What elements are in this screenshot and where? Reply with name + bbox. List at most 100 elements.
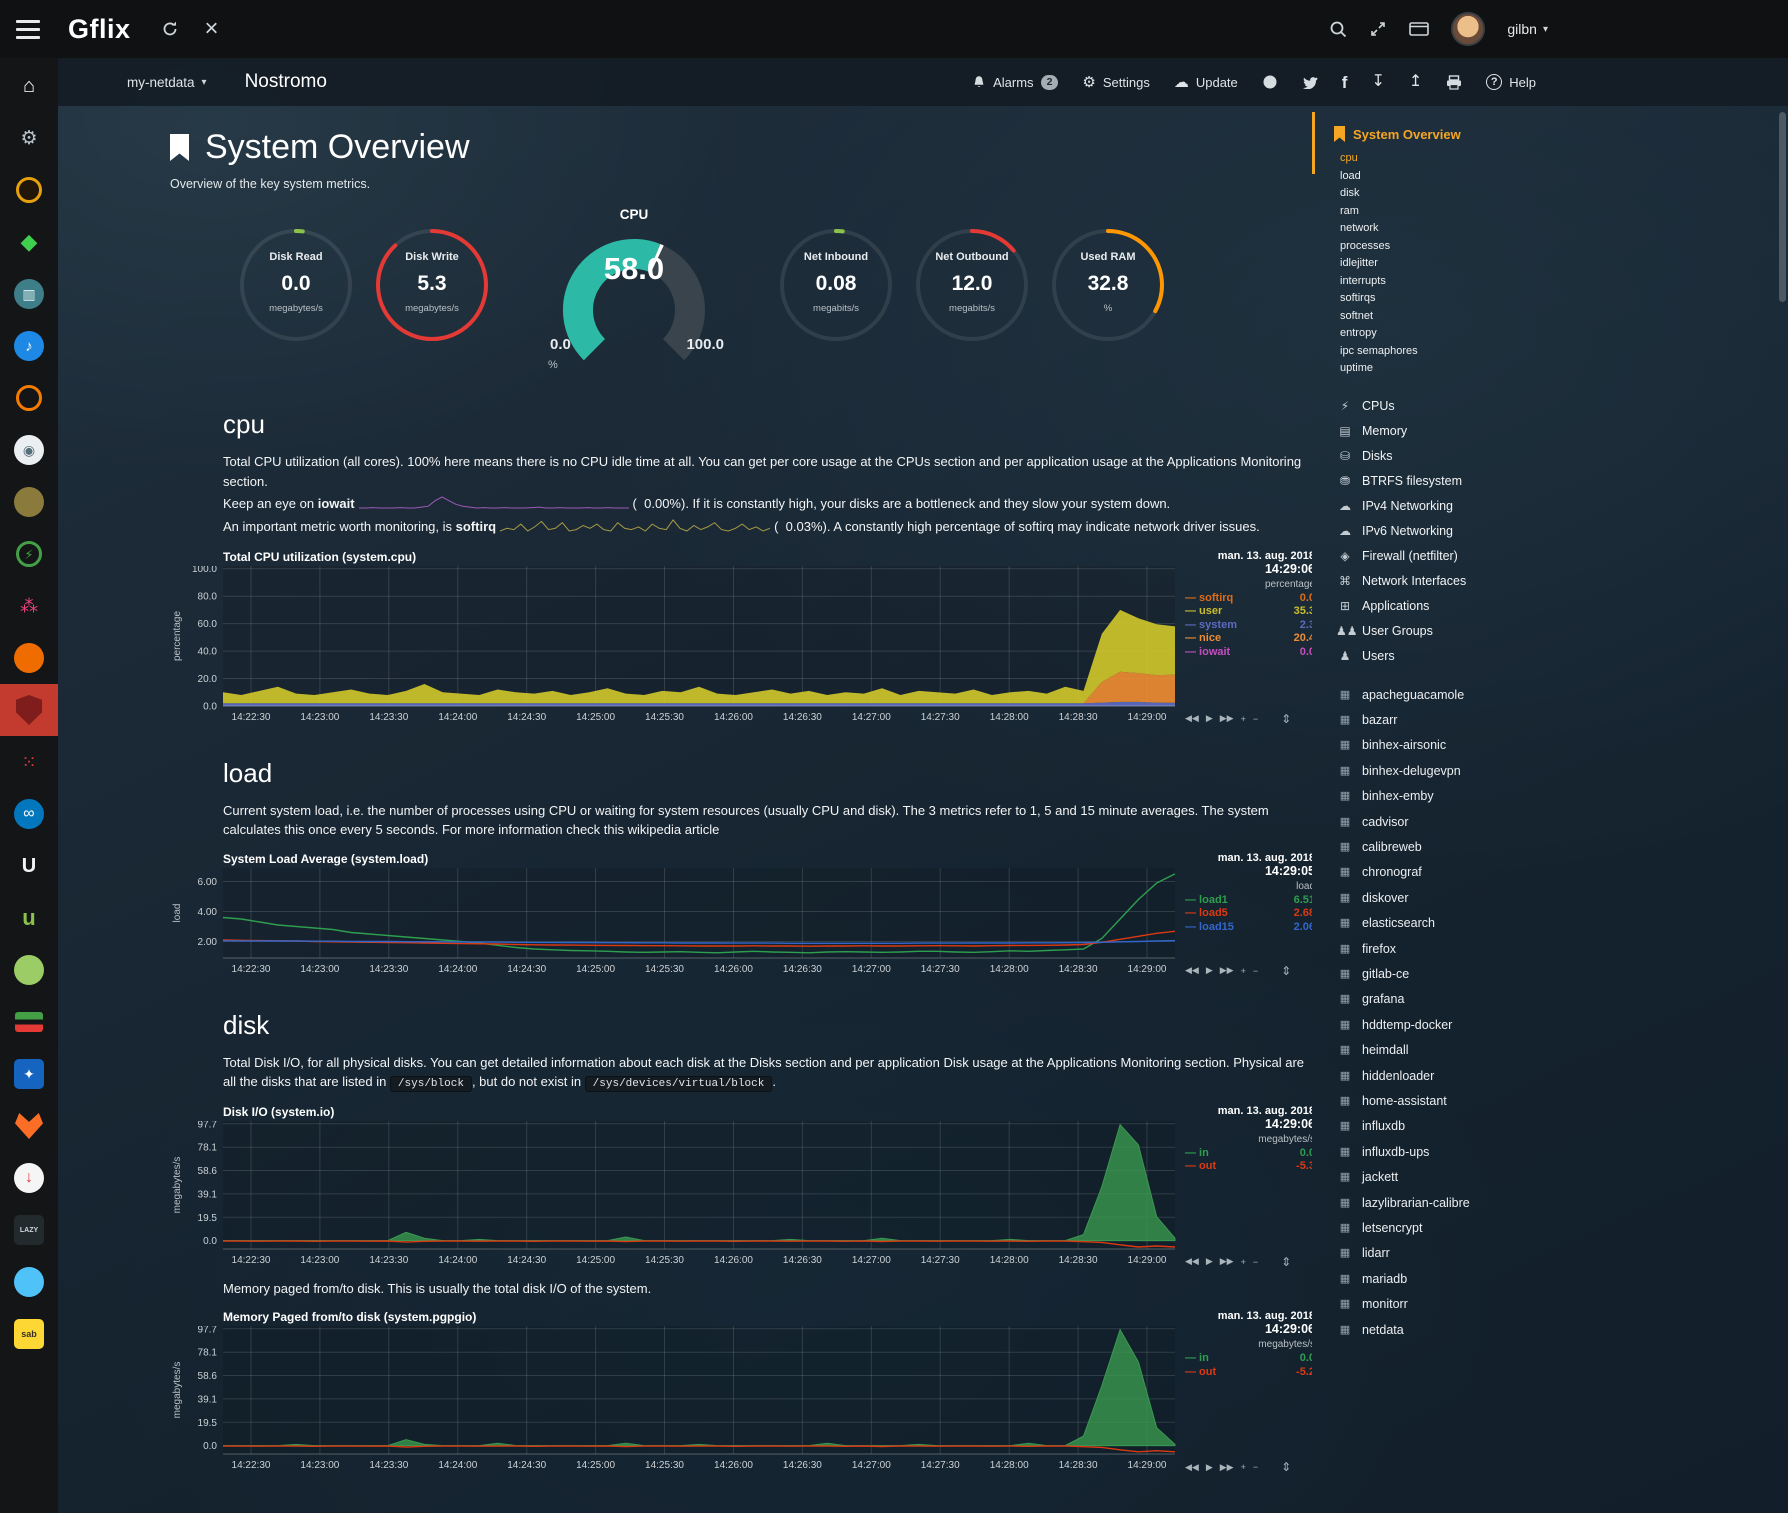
menu-ipc-semaphores[interactable]: ipc semaphores bbox=[1340, 343, 1612, 361]
legend-item-load1[interactable]: — load16.51 bbox=[1185, 894, 1312, 908]
menu-interrupts[interactable]: interrupts bbox=[1340, 273, 1612, 291]
legend-item-in[interactable]: — in0.0 bbox=[1185, 1352, 1312, 1366]
menu-app-grafana[interactable]: ▦grafana bbox=[1312, 987, 1612, 1012]
download-icon[interactable]: ↧ bbox=[1371, 74, 1384, 90]
close-icon[interactable]: × bbox=[205, 17, 219, 41]
sidebar-app-teal-box[interactable]: ▥ bbox=[0, 268, 58, 320]
sidebar-app-orange-disc[interactable] bbox=[0, 632, 58, 684]
zoom-in-icon[interactable]: + bbox=[1241, 1462, 1246, 1472]
menu-app-binhex-emby[interactable]: ▦binhex-emby bbox=[1312, 784, 1612, 809]
pan-backward-icon[interactable]: ◀◀ bbox=[1185, 713, 1199, 724]
sidebar-app-red-download[interactable]: ↓ bbox=[0, 1152, 58, 1204]
zoom-in-icon[interactable]: + bbox=[1241, 1257, 1246, 1267]
menu-users[interactable]: ♟Users bbox=[1312, 644, 1612, 669]
settings-button[interactable]: ⚙ Settings bbox=[1082, 75, 1149, 90]
menu-app-influxdb-ups[interactable]: ▦influxdb-ups bbox=[1312, 1140, 1612, 1165]
legend-item-load5[interactable]: — load52.68 bbox=[1185, 907, 1312, 921]
github-icon[interactable] bbox=[1262, 74, 1278, 90]
menu-app-cadvisor[interactable]: ▦cadvisor bbox=[1312, 810, 1612, 835]
menu-disks[interactable]: ⛁Disks bbox=[1312, 444, 1612, 469]
help-button[interactable]: ? Help bbox=[1486, 74, 1536, 90]
upload-icon[interactable]: ↥ bbox=[1409, 74, 1422, 90]
user-avatar[interactable] bbox=[1451, 12, 1485, 46]
menu-user-groups[interactable]: ♟♟User Groups bbox=[1312, 619, 1612, 644]
resize-icon[interactable]: ⇕ bbox=[1281, 964, 1291, 978]
zoom-out-icon[interactable]: − bbox=[1253, 1462, 1258, 1472]
menu-entropy[interactable]: entropy bbox=[1340, 325, 1612, 343]
sidebar-app-white-disc[interactable]: ◉ bbox=[0, 424, 58, 476]
menu-firewall-netfilter-[interactable]: ◈Firewall (netfilter) bbox=[1312, 544, 1612, 569]
sidebar-app-red-dots[interactable]: ⁙ bbox=[0, 736, 58, 788]
menu-app-hddtemp-docker[interactable]: ▦hddtemp-docker bbox=[1312, 1013, 1612, 1038]
zoom-out-icon[interactable]: − bbox=[1253, 1257, 1258, 1267]
menu-app-apacheguacamole[interactable]: ▦apacheguacamole bbox=[1312, 683, 1612, 708]
legend-item-out[interactable]: — out-5.3 bbox=[1185, 1160, 1312, 1174]
menu-app-binhex-airsonic[interactable]: ▦binhex-airsonic bbox=[1312, 733, 1612, 758]
server-dropdown[interactable]: my-netdata ▾ bbox=[127, 75, 207, 90]
sidebar-app-sabnzbd[interactable]: sab bbox=[0, 1308, 58, 1360]
pan-forward-icon[interactable]: ▶▶ bbox=[1220, 1256, 1234, 1267]
scrollbar[interactable] bbox=[1779, 112, 1786, 302]
menu-network[interactable]: network bbox=[1340, 220, 1612, 238]
gauge-disk-write[interactable]: Disk Write5.3megabytes/s bbox=[372, 227, 492, 377]
sidebar-app-khaki-disc[interactable] bbox=[0, 476, 58, 528]
menu-ram[interactable]: ram bbox=[1340, 203, 1612, 221]
fullscreen-icon[interactable] bbox=[1369, 20, 1387, 38]
gauge-net-inbound[interactable]: Net Inbound0.08megabits/s bbox=[776, 227, 896, 377]
sidebar-app-white-u[interactable]: U bbox=[0, 840, 58, 892]
sidebar-app-blue-tile[interactable]: ✦ bbox=[0, 1048, 58, 1100]
legend-item-out[interactable]: — out-5.2 bbox=[1185, 1366, 1312, 1380]
play-icon[interactable]: ▶ bbox=[1206, 1256, 1213, 1267]
user-menu[interactable]: gilbn ▾ bbox=[1507, 21, 1548, 37]
chart-pgpgio[interactable]: Memory Paged from/to disk (system.pgpgio… bbox=[170, 1310, 1312, 1480]
menu-applications[interactable]: ⊞Applications bbox=[1312, 594, 1612, 619]
facebook-icon[interactable]: f bbox=[1342, 74, 1348, 91]
search-icon[interactable] bbox=[1329, 20, 1347, 38]
chart-disk-io[interactable]: Disk I/O (system.io)97.778.158.639.119.5… bbox=[170, 1105, 1312, 1275]
menu-idlejitter[interactable]: idlejitter bbox=[1340, 255, 1612, 273]
menu-app-chronograf[interactable]: ▦chronograf bbox=[1312, 860, 1612, 885]
menu-app-bazarr[interactable]: ▦bazarr bbox=[1312, 708, 1612, 733]
play-icon[interactable]: ▶ bbox=[1206, 1462, 1213, 1473]
zoom-in-icon[interactable]: + bbox=[1241, 966, 1246, 976]
gauge-cpu[interactable]: CPU58.00.0100.0% bbox=[534, 207, 734, 379]
chart-cpu[interactable]: Total CPU utilization (system.cpu)100.08… bbox=[170, 550, 1312, 732]
menu-softnet[interactable]: softnet bbox=[1340, 308, 1612, 326]
legend-item-nice[interactable]: — nice20.4 bbox=[1185, 632, 1312, 646]
sidebar-app-green-u[interactable]: u bbox=[0, 892, 58, 944]
menu-disk[interactable]: disk bbox=[1340, 185, 1612, 203]
menu-app-jackett[interactable]: ▦jackett bbox=[1312, 1165, 1612, 1190]
pan-forward-icon[interactable]: ▶▶ bbox=[1220, 965, 1234, 976]
sidebar-app-lazylibrarian[interactable]: LAZY bbox=[0, 1204, 58, 1256]
sidebar-app-green-disc[interactable] bbox=[0, 944, 58, 996]
alarms-button[interactable]: Alarms 2 bbox=[972, 75, 1058, 90]
pan-backward-icon[interactable]: ◀◀ bbox=[1185, 1256, 1199, 1267]
menu-ipv6-networking[interactable]: ☁IPv6 Networking bbox=[1312, 519, 1612, 544]
iowait-sparkline[interactable] bbox=[359, 495, 629, 515]
legend-item-system[interactable]: — system2.3 bbox=[1185, 619, 1312, 633]
sidebar-app-gitlab[interactable] bbox=[0, 1100, 58, 1152]
sidebar-app-green-gem[interactable]: ◆ bbox=[0, 216, 58, 268]
menu-processes[interactable]: processes bbox=[1340, 238, 1612, 256]
menu-app-elasticsearch[interactable]: ▦elasticsearch bbox=[1312, 911, 1612, 936]
sidebar-app-orange-search[interactable] bbox=[0, 372, 58, 424]
menu-app-lidarr[interactable]: ▦lidarr bbox=[1312, 1241, 1612, 1266]
menu-app-mariadb[interactable]: ▦mariadb bbox=[1312, 1267, 1612, 1292]
menu-app-netdata[interactable]: ▦netdata bbox=[1312, 1318, 1612, 1343]
softirq-sparkline[interactable] bbox=[500, 518, 770, 538]
sidebar-app-red-shield[interactable] bbox=[0, 684, 58, 736]
refresh-icon[interactable] bbox=[161, 20, 179, 38]
menu-app-letsencrypt[interactable]: ▦letsencrypt bbox=[1312, 1216, 1612, 1241]
hamburger-menu-icon[interactable] bbox=[16, 20, 42, 39]
pan-forward-icon[interactable]: ▶▶ bbox=[1220, 1462, 1234, 1473]
menu-load[interactable]: load bbox=[1340, 168, 1612, 186]
zoom-out-icon[interactable]: − bbox=[1253, 714, 1258, 724]
play-icon[interactable]: ▶ bbox=[1206, 965, 1213, 976]
menu-ipv4-networking[interactable]: ☁IPv4 Networking bbox=[1312, 494, 1612, 519]
resize-icon[interactable]: ⇕ bbox=[1281, 1460, 1291, 1474]
menu-app-binhex-delugevpn[interactable]: ▦binhex-delugevpn bbox=[1312, 759, 1612, 784]
legend-item-in[interactable]: — in0.0 bbox=[1185, 1147, 1312, 1161]
menu-app-lazylibrarian-calibre[interactable]: ▦lazylibrarian-calibre bbox=[1312, 1191, 1612, 1216]
menu-softirqs[interactable]: softirqs bbox=[1340, 290, 1612, 308]
zoom-in-icon[interactable]: + bbox=[1241, 714, 1246, 724]
